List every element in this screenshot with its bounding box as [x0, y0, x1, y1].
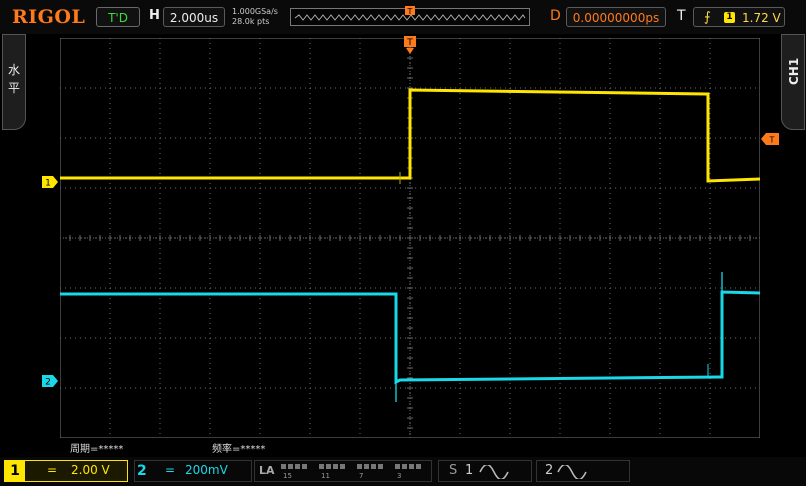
sine-wave-icon: [479, 465, 509, 479]
trigger-position-marker-icon: T: [405, 6, 415, 16]
left-tab-char-1: 水: [8, 63, 21, 77]
la-group-7: 7: [359, 472, 364, 480]
ch1-marker-label: 1: [45, 179, 51, 189]
decoder-2-number: 2: [545, 463, 554, 478]
la-group-3: 3: [397, 472, 402, 480]
period-measurement: 周期=*****: [70, 444, 124, 455]
ch2-marker-label: 2: [45, 378, 51, 388]
ch2-settings[interactable]: 2 = 200mV: [134, 460, 252, 482]
trigger-settings[interactable]: ⨍ 1 1.72 V: [693, 7, 785, 27]
delay-value[interactable]: 0.00000000ps: [566, 7, 666, 27]
horizontal-label: H: [149, 8, 160, 23]
frequency-measurement: 频率=*****: [212, 444, 266, 455]
memory-overview: T: [290, 6, 530, 26]
trigger-label: T: [677, 8, 686, 24]
ch2-number: 2: [137, 463, 147, 479]
sample-rate: 1.000GSa/s: [232, 7, 278, 16]
la-group-11: 11: [321, 472, 330, 480]
svg-text:T: T: [407, 7, 413, 16]
waveform-display[interactable]: [60, 38, 760, 438]
trigger-time-marker-label: T: [406, 38, 413, 48]
ch1-coupling: =: [47, 463, 58, 477]
right-tab-label: CH1: [787, 57, 801, 85]
horizontal-menu-tab[interactable]: 水 平: [2, 34, 26, 130]
ch2-scale: 200mV: [185, 463, 228, 477]
channel-menu-tab[interactable]: CH1: [781, 34, 805, 130]
decoder-s-label: S: [449, 463, 458, 478]
ch1-offset-marker-icon[interactable]: 1: [42, 176, 58, 188]
rising-edge-icon: ⨍: [704, 10, 711, 25]
la-channel-blocks-icon: [281, 464, 421, 469]
la-group-15: 15: [283, 472, 292, 480]
logic-analyzer-settings[interactable]: LA 15 11 7 3: [254, 460, 432, 482]
trigger-level-marker-label: T: [769, 136, 775, 145]
ch2-offset-marker-icon[interactable]: 2: [42, 375, 58, 387]
trigger-level-marker-icon[interactable]: T: [761, 133, 779, 145]
ch1-settings[interactable]: 1 = 2.00 V: [4, 460, 128, 482]
memory-depth: 28.0k pts: [232, 17, 270, 26]
trigger-source: 1: [724, 12, 735, 23]
decoder-1-number: 1: [465, 463, 474, 478]
delay-label: D: [550, 8, 561, 24]
la-label: LA: [259, 464, 275, 477]
timebase-value[interactable]: 2.000us: [163, 7, 225, 27]
decoder-1-settings[interactable]: S 1: [438, 460, 532, 482]
sine-wave-icon: [557, 465, 587, 479]
run-stop-status[interactable]: T'D: [96, 7, 140, 27]
channel-status-bar: 1 = 2.00 V 2 = 200mV LA 15 11 7 3 S 1 2: [0, 457, 806, 486]
ch1-number: 1: [5, 461, 25, 481]
decoder-2-settings[interactable]: 2: [536, 460, 630, 482]
ch1-scale: 2.00 V: [71, 463, 110, 477]
brand-logo: RIGOL: [12, 6, 86, 28]
ch2-coupling: =: [165, 463, 176, 477]
top-status-bar: RIGOL T'D H 2.000us 1.000GSa/s 28.0k pts…: [0, 0, 806, 34]
trigger-time-marker-icon[interactable]: T: [403, 36, 417, 56]
left-tab-char-2: 平: [8, 81, 21, 95]
trigger-level: 1.72 V: [742, 11, 781, 25]
